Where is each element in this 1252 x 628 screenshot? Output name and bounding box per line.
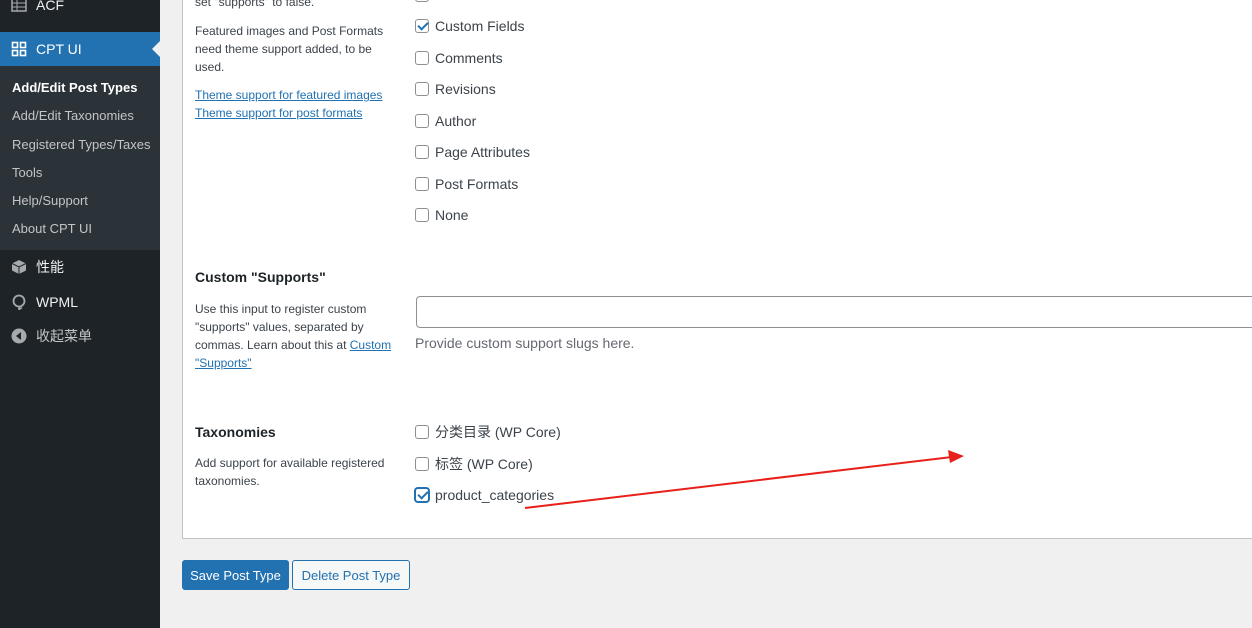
option-label: None xyxy=(435,207,469,223)
custom-supports-hint: Provide custom support slugs here. xyxy=(415,335,635,351)
custom-supports-description: Use this input to register custom "suppo… xyxy=(195,302,392,370)
checkbox[interactable] xyxy=(415,425,429,439)
menu-item-label: 性能 xyxy=(36,259,64,275)
admin-sidebar: ACF CPT UI Add/Edit Post Types Add/Edit … xyxy=(0,0,160,628)
grid-icon xyxy=(10,40,28,58)
menu-item-performance[interactable]: 性能 xyxy=(0,250,160,284)
checkbox[interactable] xyxy=(415,82,429,96)
option-label: 分类目录 (WP Core) xyxy=(435,424,561,440)
supports-option-comments[interactable]: Comments xyxy=(415,49,503,67)
supports-checkbox-row[interactable] xyxy=(415,0,435,4)
theme-support-post-formats-link[interactable]: Theme support for post formats xyxy=(195,106,362,120)
cpt-ui-submenu: Add/Edit Post Types Add/Edit Taxonomies … xyxy=(0,66,160,250)
checkbox-checked[interactable] xyxy=(415,19,429,33)
menu-item-acf[interactable]: ACF xyxy=(0,0,160,22)
menu-item-cpt-ui[interactable]: CPT UI xyxy=(0,32,160,66)
checkbox[interactable] xyxy=(415,145,429,159)
submenu-about-cpt-ui[interactable]: About CPT UI xyxy=(12,221,92,236)
checkbox[interactable] xyxy=(415,114,429,128)
submenu-add-edit-post-types[interactable]: Add/Edit Post Types xyxy=(12,80,137,95)
taxonomy-option-product-categories[interactable]: product_categories xyxy=(415,486,554,504)
supports-option-post-formats[interactable]: Post Formats xyxy=(415,175,518,193)
taxonomies-description: Add support for available registered tax… xyxy=(195,456,385,488)
theme-support-featured-images-link[interactable]: Theme support for featured images xyxy=(195,88,382,102)
custom-supports-input[interactable] xyxy=(416,296,1252,328)
save-post-type-button[interactable]: Save Post Type xyxy=(182,560,289,590)
menu-item-label: 收起菜单 xyxy=(36,328,92,344)
supports-theme-note: Featured images and Post Formats need th… xyxy=(195,24,384,74)
supports-option-custom-fields[interactable]: Custom Fields xyxy=(415,17,524,35)
delete-post-type-button[interactable]: Delete Post Type xyxy=(292,560,410,590)
option-label: Revisions xyxy=(435,81,496,97)
option-label: 标签 (WP Core) xyxy=(435,456,533,472)
taxonomies-title: Taxonomies xyxy=(195,424,276,440)
option-label: Comments xyxy=(435,50,503,66)
table-icon xyxy=(10,0,28,14)
submenu-tools[interactable]: Tools xyxy=(12,165,42,180)
menu-item-label: ACF xyxy=(36,0,64,13)
submenu-registered-types-taxes[interactable]: Registered Types/Taxes xyxy=(12,137,151,152)
checkbox[interactable] xyxy=(415,177,429,191)
checkbox-checked[interactable] xyxy=(415,488,429,502)
submenu-add-edit-taxonomies[interactable]: Add/Edit Taxonomies xyxy=(12,108,134,123)
checkbox[interactable] xyxy=(415,208,429,222)
collapse-icon xyxy=(10,327,28,345)
checkbox[interactable] xyxy=(415,51,429,65)
checkbox[interactable] xyxy=(415,0,429,2)
option-label: Page Attributes xyxy=(435,144,530,160)
checkbox[interactable] xyxy=(415,457,429,471)
option-label: Author xyxy=(435,113,477,129)
supports-option-page-attributes[interactable]: Page Attributes xyxy=(415,143,530,161)
supports-option-author[interactable]: Author xyxy=(415,112,476,130)
taxonomy-option-tag[interactable]: 标签 (WP Core) xyxy=(415,455,533,473)
custom-supports-title: Custom "Supports" xyxy=(195,269,326,285)
menu-item-label: CPT UI xyxy=(36,41,82,57)
option-label: Custom Fields xyxy=(435,18,525,34)
option-label: product_categories xyxy=(435,487,555,503)
taxonomy-option-category[interactable]: 分类目录 (WP Core) xyxy=(415,423,561,441)
collapse-menu-button[interactable]: 收起菜单 xyxy=(0,319,160,353)
menu-item-label: WPML xyxy=(36,294,78,310)
option-label: Post Formats xyxy=(435,176,519,192)
submenu-help-support[interactable]: Help/Support xyxy=(12,193,88,208)
cube-icon xyxy=(10,258,28,276)
supports-option-revisions[interactable]: Revisions xyxy=(415,80,496,98)
supports-option-none[interactable]: None xyxy=(415,206,468,224)
menu-item-wpml[interactable]: WPML xyxy=(0,285,160,319)
supports-description-cut: set "supports" to false. xyxy=(195,0,315,9)
wpml-icon xyxy=(10,293,28,311)
